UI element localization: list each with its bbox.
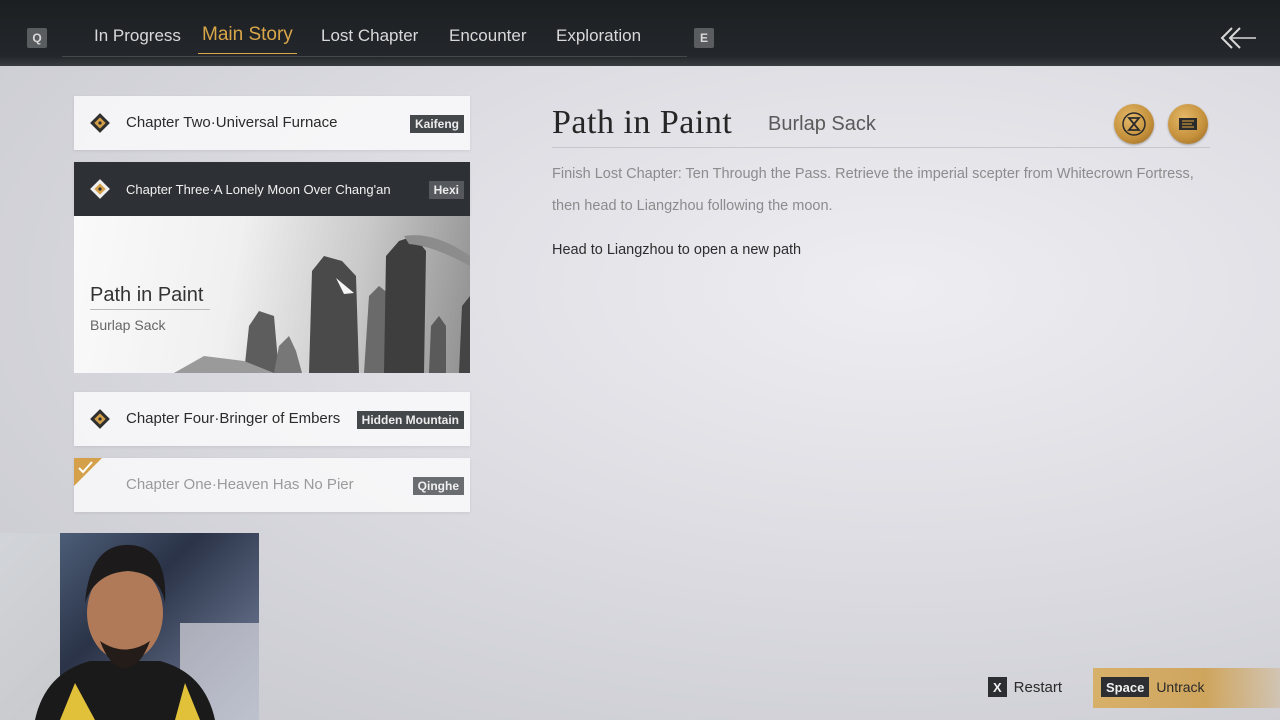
back-button[interactable] bbox=[1218, 24, 1258, 54]
quest-diamond-icon bbox=[90, 179, 110, 199]
feature-divider bbox=[90, 309, 210, 310]
region-tag: Hidden Mountain bbox=[356, 411, 464, 429]
region-tag: Hexi bbox=[428, 181, 464, 199]
hourglass-button[interactable] bbox=[1114, 104, 1154, 144]
quest-description: Finish Lost Chapter: Ten Through the Pas… bbox=[552, 166, 1194, 214]
region-tag: Kaifeng bbox=[409, 115, 464, 133]
feature-title: Path in Paint bbox=[90, 284, 204, 306]
untrack-key: Space bbox=[1101, 677, 1150, 697]
chapter-card-three[interactable]: Chapter Three·A Lonely Moon Over Chang'a… bbox=[74, 162, 470, 216]
quest-subtitle: Burlap Sack bbox=[768, 113, 876, 135]
next-tab-key[interactable]: E bbox=[694, 28, 714, 48]
chapter-card-one[interactable]: Chapter One·Heaven Has No Pier Qinghe bbox=[74, 458, 470, 512]
quest-diamond-icon bbox=[90, 113, 110, 133]
banner-icon bbox=[1179, 118, 1197, 130]
quest-diamond-icon bbox=[90, 409, 110, 429]
detail-divider bbox=[552, 147, 1210, 148]
tab-in-progress[interactable]: In Progress bbox=[94, 26, 181, 46]
tab-exploration[interactable]: Exploration bbox=[556, 26, 641, 46]
feature-subtitle: Burlap Sack bbox=[90, 317, 166, 333]
untrack-label: Untrack bbox=[1156, 679, 1205, 695]
untrack-button[interactable]: Space Untrack bbox=[1101, 677, 1205, 697]
quest-objective: Head to Liangzhou to open a new path bbox=[552, 242, 802, 258]
quest-feature-image[interactable]: Path in Paint Burlap Sack bbox=[74, 216, 470, 373]
chapter-title: Chapter Three·A Lonely Moon Over Chang'a… bbox=[126, 182, 391, 197]
streamer-figure bbox=[0, 533, 259, 720]
hourglass-icon bbox=[1122, 112, 1146, 136]
region-tag: Qinghe bbox=[412, 477, 464, 495]
webcam-overlay bbox=[0, 533, 259, 720]
completed-check-icon bbox=[74, 458, 102, 486]
top-nav-bar: Q In Progress Main Story Lost Chapter En… bbox=[0, 0, 1280, 66]
tab-lost-chapter[interactable]: Lost Chapter bbox=[321, 26, 418, 46]
tab-main-story[interactable]: Main Story bbox=[198, 24, 297, 54]
double-chevron-left-icon bbox=[1220, 27, 1256, 49]
chapter-card-four[interactable]: Chapter Four·Bringer of Embers Hidden Mo… bbox=[74, 392, 470, 446]
quest-title: Path in Paint bbox=[552, 104, 733, 141]
prev-tab-key[interactable]: Q bbox=[27, 28, 47, 48]
tab-encounter[interactable]: Encounter bbox=[449, 26, 527, 46]
chapter-title: Chapter Two·Universal Furnace bbox=[126, 114, 338, 131]
banner-button[interactable] bbox=[1168, 104, 1208, 144]
restart-button[interactable]: X Restart bbox=[988, 677, 1062, 697]
tab-divider bbox=[62, 56, 687, 57]
chapter-title: Chapter One·Heaven Has No Pier bbox=[126, 476, 354, 493]
chapter-title: Chapter Four·Bringer of Embers bbox=[126, 410, 341, 427]
restart-label: Restart bbox=[1013, 678, 1063, 696]
chapter-card-two[interactable]: Chapter Two·Universal Furnace Kaifeng bbox=[74, 96, 470, 150]
restart-key: X bbox=[988, 677, 1007, 697]
